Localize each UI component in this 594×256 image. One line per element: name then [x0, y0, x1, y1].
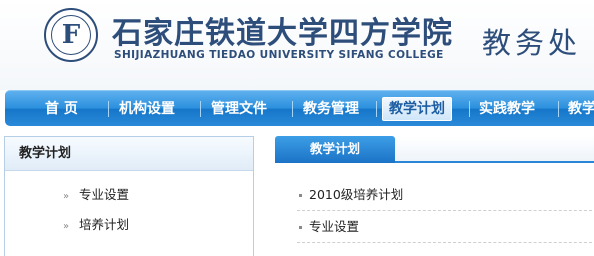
logo-mark: F — [61, 20, 81, 50]
site-header: F 石家庄铁道大学四方学院 SHIJIAZHUANG TIEDAO UNIVER… — [0, 0, 594, 90]
sidebar-panel: 教学计划 » 专业设置 » 培养计划 — [4, 136, 254, 256]
nav-separator — [376, 101, 377, 117]
nav-item-organization[interactable]: 机构设置 — [119, 98, 175, 120]
college-logo-icon: F — [44, 8, 98, 62]
school-name-en: SHIJIAZHUANG TIEDAO UNIVERSITY SIFANG CO… — [114, 49, 444, 61]
nav-item-home[interactable]: 首 页 — [45, 98, 78, 120]
list-divider — [297, 242, 594, 243]
nav-separator — [469, 101, 470, 117]
content-panel: 教学计划 2010级培养计划 专业设置 — [275, 136, 594, 256]
sidebar-title: 教学计划 — [5, 137, 253, 171]
nav-item-teaching[interactable]: 教学 — [568, 98, 594, 120]
nav-separator — [292, 101, 293, 117]
list-item[interactable]: 专业设置 — [299, 217, 359, 237]
nav-item-management-docs[interactable]: 管理文件 — [211, 98, 267, 120]
list-item-label: 2010级培养计划 — [309, 187, 404, 202]
sidebar-item-label: 专业设置 — [79, 187, 130, 202]
bullet-icon — [299, 226, 302, 229]
tab-teaching-plan[interactable]: 教学计划 — [275, 136, 395, 163]
nav-separator — [558, 101, 559, 117]
nav-item-academic-affairs[interactable]: 教务管理 — [303, 98, 359, 120]
nav-separator — [200, 101, 201, 117]
system-title: 教务处 — [482, 26, 582, 60]
main-nav: 首 页 机构设置 管理文件 教务管理 教学计划 实践教学 教学 — [5, 90, 594, 126]
list-divider — [297, 210, 594, 211]
sidebar-item-major-settings[interactable]: » 专业设置 — [63, 185, 129, 205]
content-tabbar: 教学计划 — [275, 136, 594, 163]
school-name: 石家庄铁道大学四方学院 — [112, 16, 453, 51]
list-item-label: 专业设置 — [309, 219, 360, 234]
chevron-right-icon: » — [63, 221, 70, 232]
sidebar-item-label: 培养计划 — [79, 217, 130, 232]
nav-item-practice-teaching[interactable]: 实践教学 — [479, 98, 535, 120]
sidebar-item-training-plan[interactable]: » 培养计划 — [63, 215, 129, 235]
nav-item-teaching-plan[interactable]: 教学计划 — [382, 97, 452, 121]
list-item[interactable]: 2010级培养计划 — [299, 185, 403, 205]
chevron-right-icon: » — [63, 191, 70, 202]
nav-separator — [108, 101, 109, 117]
bullet-icon — [299, 194, 302, 197]
